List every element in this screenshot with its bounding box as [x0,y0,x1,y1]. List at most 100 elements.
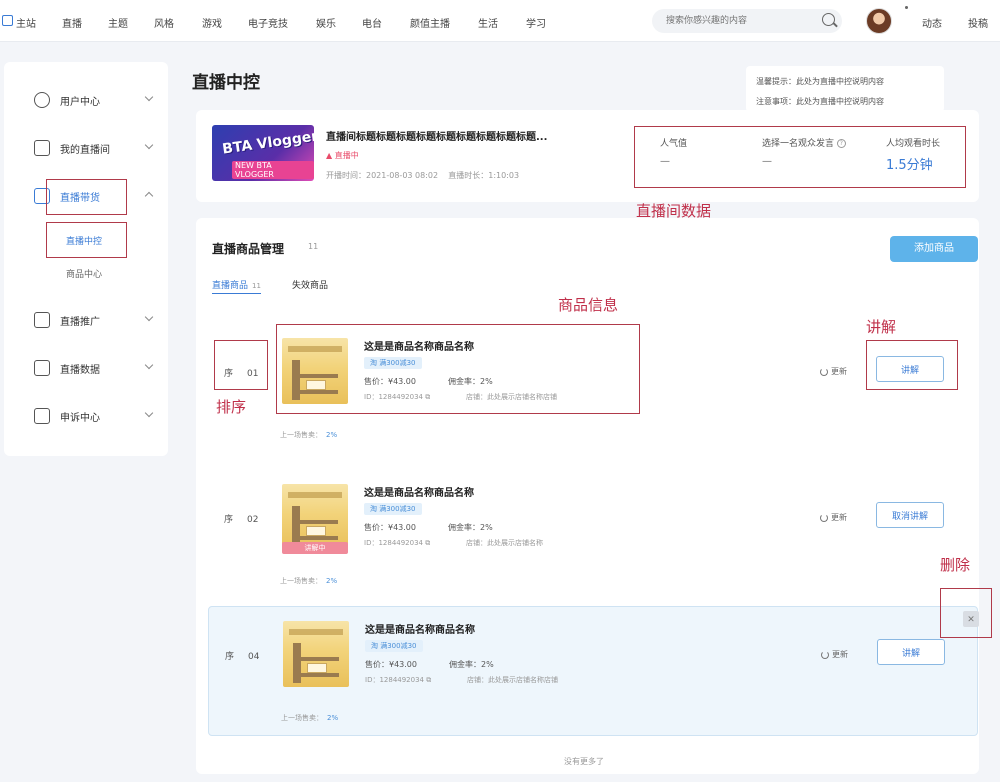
search-input[interactable] [652,9,842,33]
annotation-box-product-info [276,324,640,414]
annotation-sort: 排序 [216,398,247,416]
annotation-box-live-data [634,126,966,188]
home-icon [2,15,13,26]
sidebar-item-label: 直播数据 [60,365,100,376]
add-product-button[interactable]: 添加商品 [890,236,978,262]
tv-icon [34,140,50,156]
sidebar: 用户中心 我的直播间 直播带货 直播中控 商品中心 直播推广 直播数据 申诉中心 [4,62,168,456]
annotation-box-sort [214,340,268,390]
nav-item-host[interactable]: 颜值主播 [410,15,450,30]
nav-item-home[interactable]: 主站 [16,15,36,30]
rank-index[interactable]: 序 04 [225,649,259,662]
panel-title: 直播商品管理 [212,242,285,256]
copy-icon: ⧉ [425,539,431,547]
chart-icon [34,360,50,376]
sidebar-item-live-data[interactable]: 直播数据 [4,356,168,380]
avatar[interactable] [866,8,892,34]
product-commission: 佣金率：2% [448,523,493,532]
live-status-badge: ▲ 直播中 [326,151,359,160]
product-thumbnail[interactable] [282,484,348,550]
annotation-box-live-control [46,222,127,258]
refresh-button[interactable]: 更新 [821,649,848,660]
live-title: 直播间标题标题标题标题标题标题标题标题标题... [326,132,548,143]
refresh-icon [820,367,828,376]
annotation-explain: 讲解 [866,318,897,336]
sidebar-item-promotion[interactable]: 直播推广 [4,308,168,332]
refresh-button[interactable]: 更新 [820,366,847,377]
nav-dynamic[interactable]: 动态 [922,15,942,30]
rank-index[interactable]: 序 02 [224,512,258,525]
product-name[interactable]: 这是是商品名称商品名称 [364,484,474,499]
nav-item-theme[interactable]: 主题 [108,15,128,30]
notice-line: 注意事项：此处为直播中控说明内容 [756,97,884,106]
previous-sale: 上一场售卖： 2% [280,577,338,585]
sidebar-item-label: 我的直播间 [60,145,110,156]
page-title: 直播中控 [192,73,260,93]
product-shop: 店铺：此处展示店铺名称店铺 [467,676,558,684]
notification-dot [905,6,908,9]
product-price: 售价：¥43.00 [364,523,416,532]
product-shop: 店铺：此处展示店铺名称 [466,539,543,547]
chevron-down-icon [144,140,154,150]
refresh-icon [820,513,828,522]
cancel-explain-button[interactable]: 取消讲解 [876,502,944,528]
explain-button[interactable]: 讲解 [877,639,945,665]
nav-item-study[interactable]: 学习 [526,15,546,30]
product-id: ID：1284492034 ⧉ [365,676,432,684]
cover-text: BTA Vlogger [221,128,314,158]
nav-item-life[interactable]: 生活 [478,15,498,30]
annotation-box-delete [940,588,992,638]
appeal-icon [34,408,50,424]
product-tag: 淘 满300减30 [364,503,422,515]
product-name[interactable]: 这是是商品名称商品名称 [365,621,475,636]
sidebar-item-label: 直播推广 [60,317,100,328]
sidebar-item-label: 用户中心 [60,97,100,108]
no-more-text: 没有更多了 [564,757,604,766]
user-icon [34,92,50,108]
sidebar-item-user-center[interactable]: 用户中心 [4,88,168,112]
sidebar-item-label: 申诉中心 [60,413,100,424]
chevron-down-icon [144,408,154,418]
chevron-down-icon [144,92,154,102]
live-meta: 开播时间：2021-08-03 08:02 直播时长：1:10:03 [326,171,520,180]
nav-upload[interactable]: 投稿 [968,15,988,30]
refresh-button[interactable]: 更新 [820,512,847,523]
search-icon[interactable] [822,13,835,26]
nav-item-game[interactable]: 游戏 [202,15,222,30]
product-row: 序 02 讲解中 这是是商品名称商品名称 淘 满300减30 售价：¥43.00 … [208,470,978,600]
product-tag: 淘 满300减30 [365,640,423,652]
nav-item-radio[interactable]: 电台 [362,15,382,30]
sidebar-item-appeal[interactable]: 申诉中心 [4,404,168,428]
cover-subtext: NEW BTA VLOGGER [232,161,314,179]
annotation-box-explain [866,340,958,390]
annotation-delete: 删除 [940,556,971,574]
top-nav: 主站 直播 主题 风格 游戏 电子竞技 娱乐 电台 颜值主播 生活 学习 动态 … [0,0,1000,42]
previous-sale: 上一场售卖： 2% [280,431,338,439]
panel-count: 11 [308,242,319,251]
chevron-up-icon [144,191,154,201]
chevron-down-icon [144,312,154,322]
explaining-badge: 讲解中 [282,542,348,554]
product-row: 序 04 这是是商品名称商品名称 淘 满300减30 售价：¥43.00 佣金率：… [208,606,979,736]
previous-sale: 上一场售卖： 2% [281,714,339,722]
annotation-product-info: 商品信息 [558,296,619,314]
notice-line: 温馨提示：此处为直播中控说明内容 [756,77,884,86]
annotation-box-live-commerce [46,179,127,215]
tab-invalid-products[interactable]: 失效商品 [292,278,332,291]
nav-item-entertainment[interactable]: 娱乐 [316,15,336,30]
promo-icon [34,312,50,328]
live-cover-image[interactable]: BTA Vlogger NEW BTA VLOGGER [212,125,314,181]
refresh-icon [821,650,829,659]
copy-icon: ⧉ [426,676,432,684]
nav-item-esports[interactable]: 电子竞技 [248,15,288,30]
tab-live-products[interactable]: 直播商品 11 [212,278,261,294]
sidebar-subitem-product-center[interactable]: 商品中心 [66,267,102,280]
nav-item-style[interactable]: 风格 [154,15,174,30]
product-price: 售价：¥43.00 [365,660,417,669]
chevron-down-icon [144,360,154,370]
notice-box: 温馨提示：此处为直播中控说明内容 注意事项：此处为直播中控说明内容 [746,66,944,112]
sidebar-item-my-room[interactable]: 我的直播间 [4,136,168,160]
nav-item-live[interactable]: 直播 [62,15,82,30]
product-thumbnail[interactable] [283,621,349,687]
product-commission: 佣金率：2% [449,660,494,669]
